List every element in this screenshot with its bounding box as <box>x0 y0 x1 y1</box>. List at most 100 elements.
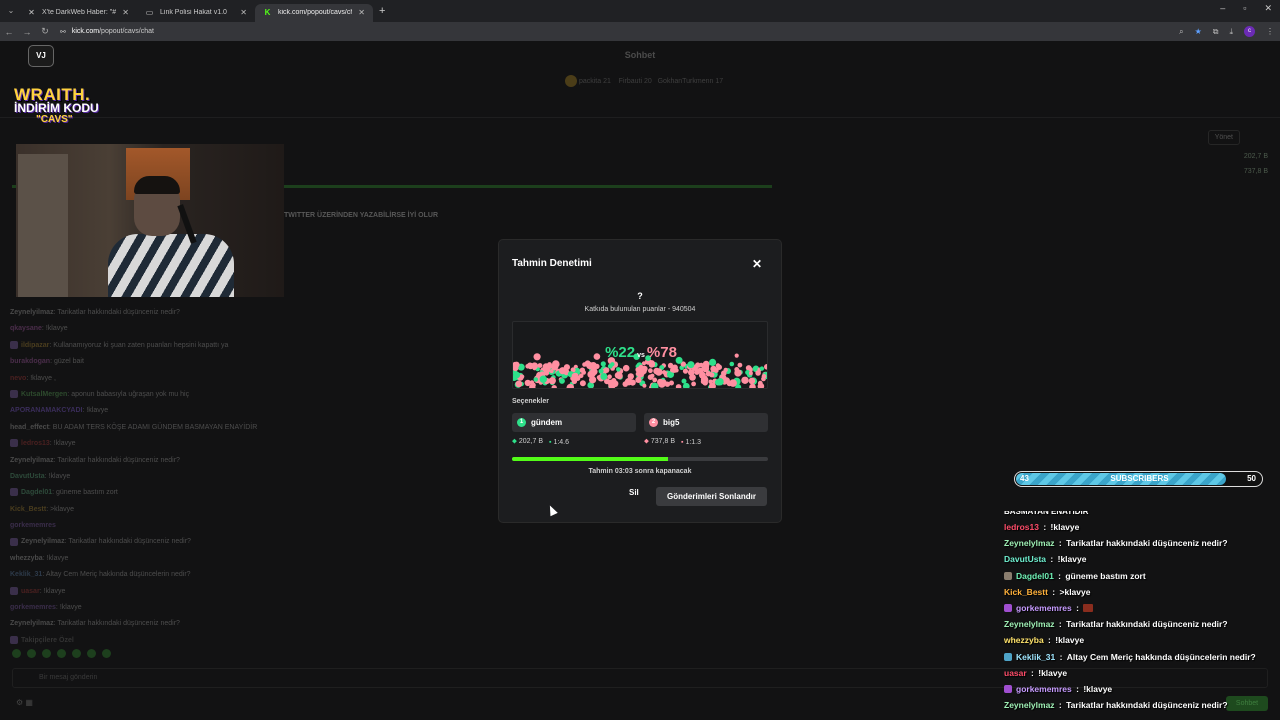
contributed-points: Katkıda bulunulan puanlar - 940504 <box>584 306 696 313</box>
chat-message: whezzyba: !klavye <box>10 554 69 562</box>
point-dot <box>548 377 556 385</box>
point-dot <box>589 376 597 384</box>
overlay-chat-username: whezzyba <box>1004 635 1044 646</box>
overlay-chat-message: Zeynelylmaz : Tarikatlar hakkındaki düşü… <box>1004 697 1280 713</box>
chat-username[interactable]: qkaysane <box>10 325 42 332</box>
chat-text: aponun babasıyla uğraşan yok mu hiç <box>71 390 190 398</box>
close-icon[interactable]: ✕ <box>752 257 762 271</box>
manage-button[interactable]: Yönet <box>1207 130 1240 145</box>
chat-username[interactable]: Zeynelyilmaz <box>10 620 54 627</box>
chat-username[interactable]: gorkememres <box>10 522 56 529</box>
window-controls: – ▫ ✕ <box>1220 3 1272 14</box>
user-badge-icon <box>1004 571 1012 580</box>
prediction-question: ? <box>637 291 643 301</box>
point-dot <box>578 373 584 378</box>
chat-message: APORANAMAKCYADI: !klavye <box>10 407 109 415</box>
emote-icon[interactable] <box>12 649 21 658</box>
emote-image <box>1083 604 1094 613</box>
chat-username[interactable]: whezzyba <box>10 555 43 562</box>
point-dot <box>600 373 608 380</box>
download-icon[interactable]: ⤓ <box>1229 27 1233 37</box>
reload-icon[interactable]: ↻ <box>36 26 54 37</box>
minimize-icon[interactable]: – <box>1220 3 1225 14</box>
zoom-icon[interactable]: ⌕ <box>1179 27 1183 37</box>
kick-chat-page: Sohbet packita 21 Firbauti 20 GokhanTurk… <box>0 41 1280 720</box>
chat-username[interactable]: DavutUsta <box>10 473 45 480</box>
overlay-chat-text: güneme bastım zort <box>1065 570 1146 581</box>
new-tab-button[interactable]: + <box>379 5 385 17</box>
point-dot <box>748 371 753 376</box>
tab-darkweb[interactable]: ✕ X'te DarkWeb Haber: "#UefaM ✕ <box>19 4 137 22</box>
tab-kick-chat[interactable]: K kick.com/popout/cavs/chat ✕ <box>255 3 373 22</box>
chat-text: !klavye <box>46 554 69 562</box>
settings-icon[interactable]: ⚙ ▦ <box>16 698 33 707</box>
point-dot <box>551 363 559 371</box>
emote-icon[interactable] <box>72 649 81 658</box>
delete-button[interactable]: Sil <box>629 488 639 497</box>
point-dot <box>637 370 645 378</box>
close-tab-icon[interactable]: ✕ <box>240 8 247 17</box>
webcam-feed <box>16 144 284 297</box>
overlay-chat-text: Tarikatlar hakkındaki düşünceniz nedir? <box>1066 619 1228 630</box>
chat-username[interactable]: nevo <box>10 375 26 382</box>
url-host: kick.com <box>71 28 100 35</box>
option-1-label: gündem <box>531 418 563 427</box>
overlay-chat-cut-line: BASMAYAN ENAYİDİR <box>1004 511 1089 516</box>
chat-username[interactable]: Zeynelyilmaz <box>10 309 54 316</box>
extensions-icon[interactable]: ⧉ <box>1213 27 1219 37</box>
profile-avatar[interactable]: c <box>1244 26 1255 37</box>
point-dot <box>610 362 615 367</box>
maximize-icon[interactable]: ▫ <box>1243 3 1246 14</box>
option-2-button[interactable]: 2 big5 <box>644 413 768 432</box>
close-tab-icon[interactable]: ✕ <box>122 8 129 17</box>
chat-username[interactable]: Dagdel01 <box>21 489 52 496</box>
end-submissions-button[interactable]: Gönderimleri Sonlandır <box>656 487 767 506</box>
chat-text: !klavye <box>48 472 71 480</box>
chat-username[interactable]: Kick_Bestt <box>10 506 46 513</box>
promo-code: "CAVS" <box>36 113 73 125</box>
point-dot <box>611 380 619 388</box>
chat-message: nevo: !klavye , <box>10 374 56 382</box>
overlay-chat-username: DavutUsta <box>1004 554 1047 565</box>
chat-username[interactable]: head_effect <box>10 424 49 431</box>
prediction-modal: Tahmin Denetimi ✕ ? Katkıda bulunulan pu… <box>499 240 781 522</box>
chat-username[interactable]: Keklik_31 <box>10 571 42 578</box>
tab-search-icon[interactable]: ⌄ <box>3 3 19 19</box>
chat-text: Tarikatlar hakkındaki düşünceniz nedir? <box>57 309 180 316</box>
emote-icon[interactable] <box>42 649 51 658</box>
bookmark-star-icon[interactable]: ★ <box>1195 27 1202 36</box>
chat-username[interactable]: gorkememres <box>10 604 56 611</box>
point-dot <box>600 361 606 367</box>
points-icon: ⬥ <box>512 438 517 445</box>
option-1-button[interactable]: 1 gündem <box>512 413 636 432</box>
user-badge-icon <box>10 537 18 546</box>
emote-icon[interactable] <box>102 649 111 658</box>
back-icon[interactable]: ← <box>0 27 18 37</box>
chat-username[interactable]: ildipazar <box>21 342 49 349</box>
menu-kebab-icon[interactable]: ⋮ <box>1266 27 1274 36</box>
chat-username[interactable]: ledros13 <box>21 440 50 447</box>
emote-icon[interactable] <box>87 649 96 658</box>
closing-timer-text: Tahmin 03:03 sonra kapanacak <box>588 468 692 475</box>
emote-icon[interactable] <box>27 649 36 658</box>
forward-icon[interactable]: → <box>18 27 36 37</box>
points-icon: ⬥ <box>644 438 649 445</box>
chat-username[interactable]: KutsalMergen <box>21 391 67 398</box>
chat-username[interactable]: APORANAMAKCYADI <box>10 407 82 414</box>
chat-message: qkaysane: !klavye <box>10 325 68 333</box>
point-dot <box>648 361 655 368</box>
chat-text: !klavye <box>59 604 82 612</box>
tab-link-polisi[interactable]: ▭ Link Polisi Hakat v1.0 ✕ <box>137 4 255 22</box>
emote-icon[interactable] <box>57 649 66 658</box>
close-tab-icon[interactable]: ✕ <box>358 8 365 17</box>
point-dot <box>689 374 696 381</box>
chat-username[interactable]: Takipçilere Özel <box>21 637 74 644</box>
chat-username[interactable]: burakdogan <box>10 358 50 365</box>
url-field[interactable]: ⚯ kick.com/popout/cavs/chat <box>60 28 154 36</box>
option-1-percent: %22 <box>605 344 636 361</box>
site-info-icon[interactable]: ⚯ <box>60 28 66 36</box>
chat-username[interactable]: uasar <box>21 588 40 595</box>
chat-username[interactable]: Zeynelyilmaz <box>10 457 54 464</box>
chat-username[interactable]: Zeynelyilmaz <box>21 538 65 545</box>
close-window-icon[interactable]: ✕ <box>1264 3 1272 14</box>
